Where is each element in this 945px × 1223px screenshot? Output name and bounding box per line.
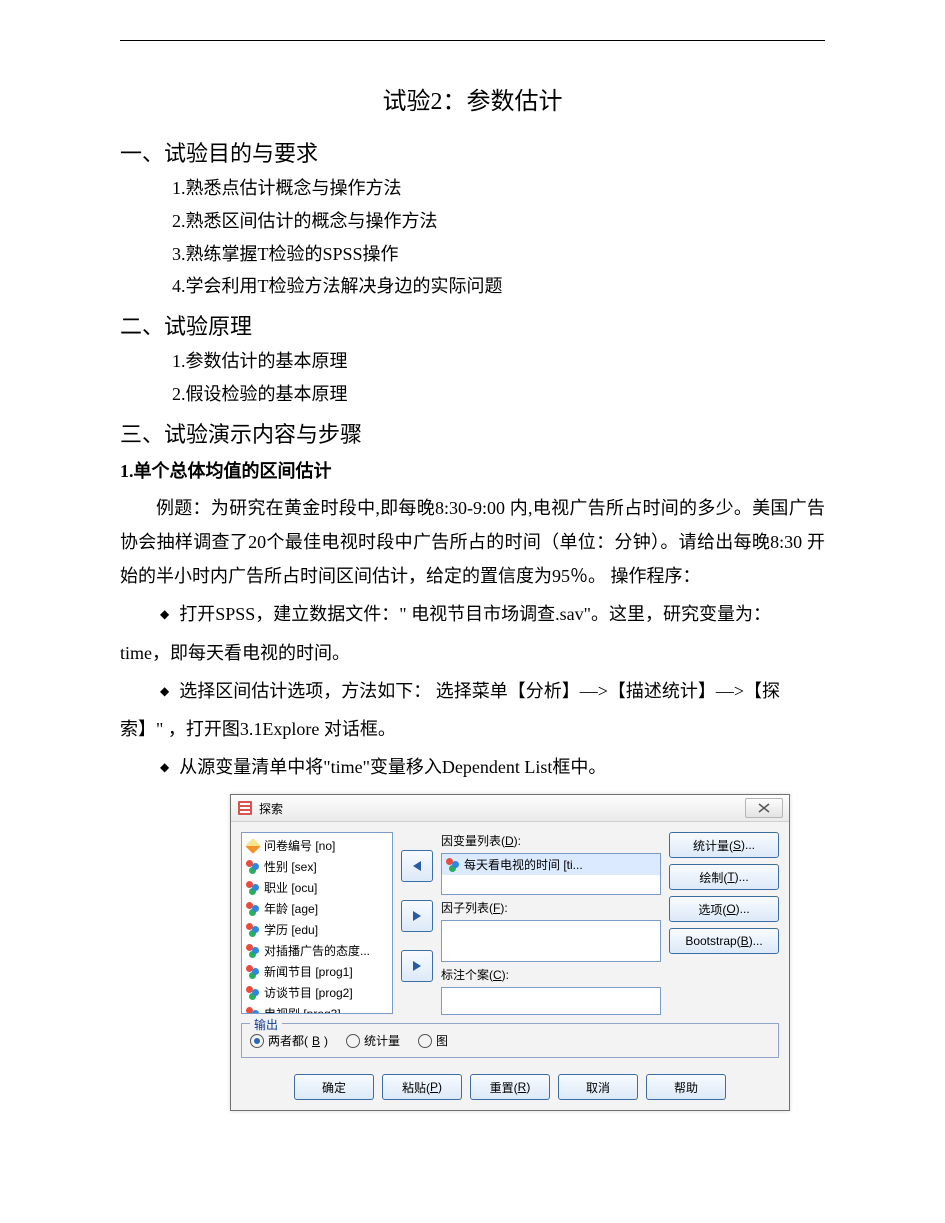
subsection-heading: 1.单个总体均值的区间估计 — [120, 457, 825, 483]
scale-var-icon — [245, 838, 261, 854]
nominal-var-icon — [246, 902, 260, 916]
dialog-title: 探索 — [259, 800, 745, 817]
output-legend: 输出 — [250, 1016, 282, 1033]
list-item[interactable]: 访谈节目 [prog2] — [242, 982, 392, 1003]
nominal-var-icon — [246, 881, 260, 895]
var-label: 每天看电视的时间 [ti... — [464, 856, 583, 873]
nominal-var-icon — [246, 965, 260, 979]
radio-statistics[interactable]: 统计量 — [346, 1032, 400, 1049]
bullet-1: 打开SPSS，建立数据文件：" 电视节目市场调查.sav"。这里，研究变量为： — [120, 597, 825, 631]
bullet-2: 选择区间估计选项，方法如下： 选择菜单【分析】—>【描述统计】—>【探 — [120, 674, 825, 708]
list-item[interactable]: 职业 [ocu] — [242, 877, 392, 898]
radio-icon — [346, 1034, 360, 1048]
statistics-button[interactable]: 统计量(S)... — [669, 832, 779, 858]
dialog-titlebar[interactable]: 探索 — [231, 795, 789, 822]
dialog-footer: 确定 粘贴(P) 重置(R) 取消 帮助 — [231, 1066, 789, 1110]
close-icon — [758, 803, 770, 813]
list-item[interactable]: 学历 [edu] — [242, 919, 392, 940]
radio-both[interactable]: 两者都(B) — [250, 1032, 328, 1049]
section-1-heading: 一、试验目的与要求 — [120, 136, 825, 168]
move-to-dependent-button[interactable] — [401, 850, 433, 882]
list-item[interactable]: 每天看电视的时间 [ti... — [442, 854, 660, 875]
source-variable-list[interactable]: 问卷编号 [no] 性别 [sex] 职业 [ocu] 年龄 [age] 学历 … — [241, 832, 393, 1014]
reset-button[interactable]: 重置(R) — [470, 1074, 550, 1100]
section-3-heading: 三、试验演示内容与步骤 — [120, 417, 825, 449]
factor-list-label: 因子列表(F): — [441, 899, 661, 916]
var-label: 学历 [edu] — [264, 921, 318, 938]
list-item[interactable]: 电视剧 [prog3] — [242, 1003, 392, 1014]
list-item[interactable]: 新闻节目 [prog1] — [242, 961, 392, 982]
arrow-right-icon — [410, 959, 424, 973]
case-label-list[interactable] — [441, 987, 661, 1015]
output-group: 输出 两者都(B) 统计量 图 — [241, 1023, 779, 1058]
radio-icon — [250, 1034, 264, 1048]
arrow-right-icon — [410, 909, 424, 923]
options-button[interactable]: 选项(O)... — [669, 896, 779, 922]
spss-explore-dialog: 探索 问卷编号 [no] 性别 [sex] 职业 [ocu] 年龄 [age] … — [230, 794, 790, 1111]
radio-plots[interactable]: 图 — [418, 1032, 448, 1049]
var-label: 性别 [sex] — [264, 858, 317, 875]
var-label: 新闻节目 [prog1] — [264, 963, 353, 980]
nominal-var-icon — [246, 986, 260, 1000]
case-label-label: 标注个案(C): — [441, 966, 661, 983]
transfer-buttons — [401, 832, 433, 1015]
nominal-var-icon — [446, 858, 460, 872]
bullet-3: 从源变量清单中将"time"变量移入Dependent List框中。 — [120, 750, 825, 784]
document-page: 试验2：参数估计 一、试验目的与要求 1.熟悉点估计概念与操作方法 2.熟悉区间… — [0, 0, 945, 1171]
dependent-list-label: 因变量列表(D): — [441, 832, 661, 849]
var-label: 访谈节目 [prog2] — [264, 984, 353, 1001]
var-label: 问卷编号 [no] — [264, 837, 335, 854]
bullet-1-cont: time，即每天看电视的时间。 — [120, 636, 825, 670]
rule-top — [120, 40, 825, 41]
app-icon — [237, 800, 253, 816]
radio-icon — [418, 1034, 432, 1048]
s2-item: 2.假设检验的基本原理 — [172, 380, 825, 409]
var-label: 职业 [ocu] — [264, 879, 317, 896]
paste-button[interactable]: 粘贴(P) — [382, 1074, 462, 1100]
s1-item: 1.熟悉点估计概念与操作方法 — [172, 174, 825, 203]
help-button[interactable]: 帮助 — [646, 1074, 726, 1100]
plots-button[interactable]: 绘制(T)... — [669, 864, 779, 890]
section-2-heading: 二、试验原理 — [120, 309, 825, 341]
radio-label: 统计量 — [364, 1032, 400, 1049]
list-item[interactable]: 对插播广告的态度... — [242, 940, 392, 961]
list-item[interactable]: 问卷编号 [no] — [242, 835, 392, 856]
move-to-case-button[interactable] — [401, 950, 433, 982]
s1-item: 2.熟悉区间估计的概念与操作方法 — [172, 207, 825, 236]
var-label: 电视剧 [prog3] — [264, 1005, 341, 1014]
s2-item: 1.参数估计的基本原理 — [172, 347, 825, 376]
target-lists: 因变量列表(D): 每天看电视的时间 [ti... 因子列表(F): 标注个案(… — [441, 832, 661, 1015]
radio-label: 图 — [436, 1032, 448, 1049]
list-item[interactable]: 性别 [sex] — [242, 856, 392, 877]
nominal-var-icon — [246, 1007, 260, 1015]
move-to-factor-button[interactable] — [401, 900, 433, 932]
s1-item: 3.熟练掌握T检验的SPSS操作 — [172, 240, 825, 269]
dependent-list[interactable]: 每天看电视的时间 [ti... — [441, 853, 661, 895]
var-label: 对插播广告的态度... — [264, 942, 370, 959]
page-title: 试验2：参数估计 — [120, 81, 825, 116]
nominal-var-icon — [246, 944, 260, 958]
arrow-left-icon — [410, 859, 424, 873]
close-button[interactable] — [745, 798, 783, 818]
example-paragraph: 例题：为研究在黄金时段中,即每晚8:30-9:00 内,电视广告所占时间的多少。… — [120, 491, 825, 594]
s1-item: 4.学会利用T检验方法解决身边的实际问题 — [172, 272, 825, 301]
ok-button[interactable]: 确定 — [294, 1074, 374, 1100]
bootstrap-button[interactable]: Bootstrap(B)... — [669, 928, 779, 954]
nominal-var-icon — [246, 860, 260, 874]
nominal-var-icon — [246, 923, 260, 937]
list-item[interactable]: 年龄 [age] — [242, 898, 392, 919]
dialog-side-buttons: 统计量(S)... 绘制(T)... 选项(O)... Bootstrap(B)… — [669, 832, 779, 1015]
var-label: 年龄 [age] — [264, 900, 318, 917]
factor-list[interactable] — [441, 920, 661, 962]
cancel-button[interactable]: 取消 — [558, 1074, 638, 1100]
bullet-2-cont: 索】" ，打开图3.1Explore 对话框。 — [120, 712, 825, 746]
